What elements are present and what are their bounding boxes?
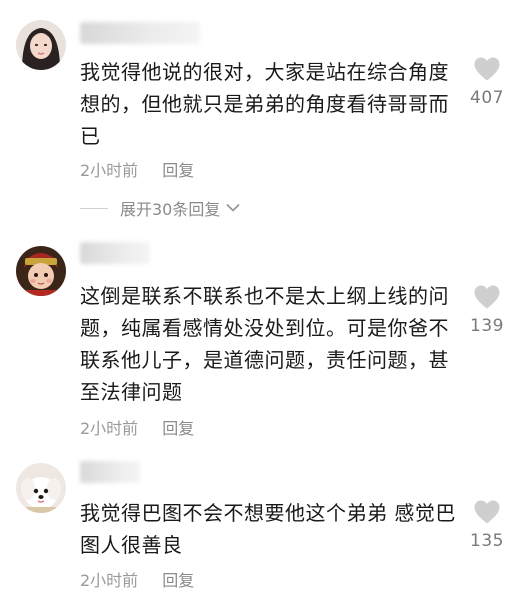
comment-meta: 2小时前 回复 [80,415,194,439]
heart-icon[interactable] [473,499,501,525]
username-blurred[interactable] [80,461,140,483]
like-count: 139 [470,316,504,336]
like-count: 407 [470,88,504,108]
divider-line [80,207,108,209]
comment-time: 2小时前 [80,419,139,438]
reply-button[interactable]: 回复 [162,415,194,439]
chevron-down-icon [226,204,240,212]
like-group: 407 [465,56,509,108]
comment-meta: 2小时前 回复 [80,157,194,181]
reply-button[interactable]: 回复 [162,157,194,181]
comment-meta: 2小时前 回复 [80,567,194,591]
comment-time: 2小时前 [80,571,139,590]
avatar-image [16,246,66,296]
like-group: 139 [465,284,509,336]
reply-button[interactable]: 回复 [162,567,194,591]
comment-item: 这倒是联系不联系也不是太上纲上线的问题，纯属看感情处没处到位。可是你爸不联系他儿… [0,230,523,445]
avatar-image [16,20,66,70]
avatar-image [16,463,66,513]
comment-item: 我觉得巴图不会不想要他这个弟弟 感觉巴图人很善良 2小时前 回复 135 [0,455,523,599]
avatar[interactable] [16,463,66,513]
heart-icon[interactable] [473,56,501,82]
like-group: 135 [465,499,509,551]
comment-item: 我觉得他说的很对，大家是站在综合角度想的，但他就只是弟弟的角度看待哥哥而已 2小… [0,0,523,190]
comment-text: 我觉得他说的很对，大家是站在综合角度想的，但他就只是弟弟的角度看待哥哥而已 [80,60,449,148]
username-blurred[interactable] [80,22,200,44]
expand-replies-button[interactable]: 展开30条回复 [80,196,240,220]
heart-icon[interactable] [473,284,501,310]
expand-replies-label: 展开30条回复 [120,200,221,219]
username-blurred[interactable] [80,242,150,264]
comment-text: 这倒是联系不联系也不是太上纲上线的问题，纯属看感情处没处到位。可是你爸不联系他儿… [80,284,449,404]
avatar[interactable] [16,20,66,70]
comment-time: 2小时前 [80,161,139,180]
avatar[interactable] [16,246,66,296]
comment-text: 我觉得巴图不会不想要他这个弟弟 感觉巴图人很善良 [80,501,456,557]
like-count: 135 [470,531,504,551]
